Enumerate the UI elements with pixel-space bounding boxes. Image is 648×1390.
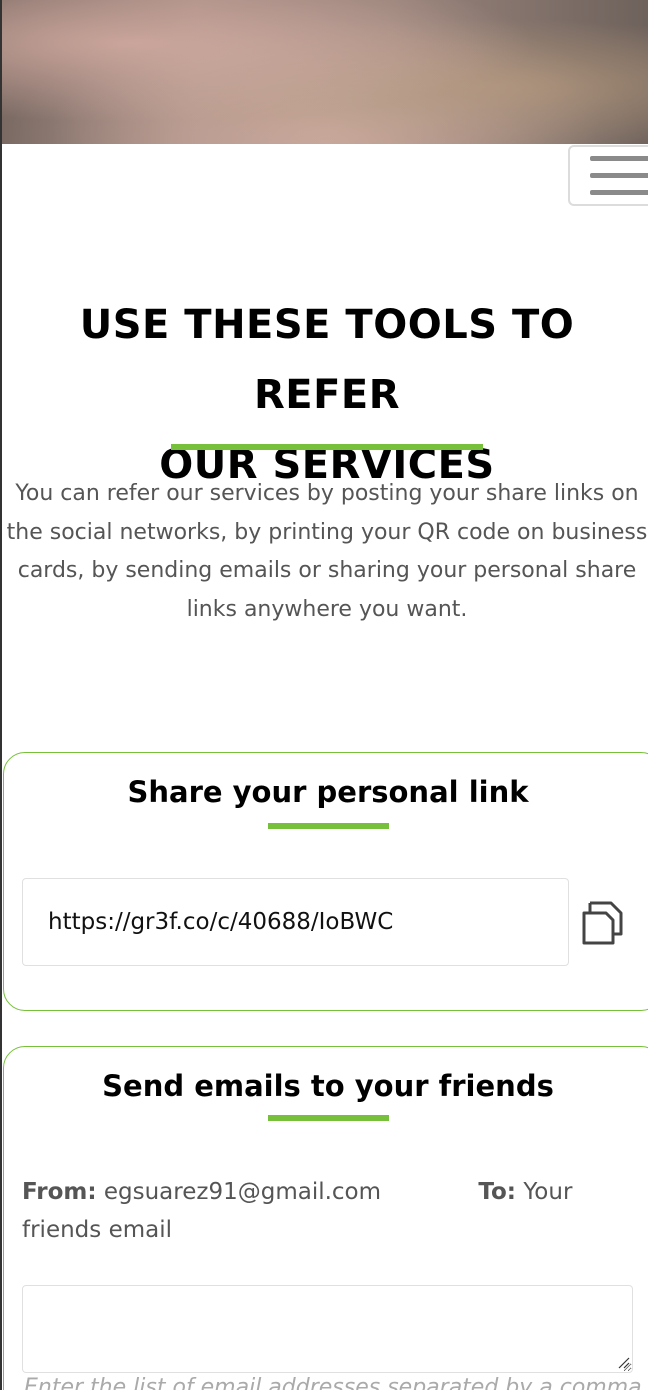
hamburger-menu-icon[interactable] <box>568 145 648 206</box>
share-link-underline <box>268 823 389 829</box>
title-underline <box>171 444 483 450</box>
send-emails-title: Send emails to your friends <box>102 1069 554 1103</box>
send-emails-card: Send emails to your friends From: egsuar… <box>3 1046 648 1390</box>
hero-image <box>2 0 648 144</box>
resize-grip-icon[interactable] <box>616 1355 630 1369</box>
share-link-card: Share your personal link https://gr3f.co… <box>3 752 648 1011</box>
personal-link-field[interactable]: https://gr3f.co/c/40688/IoBWC <box>22 878 569 966</box>
copy-icon[interactable] <box>576 899 624 947</box>
emails-hint: Enter the list of email addresses separa… <box>24 1375 642 1390</box>
page-title-line-1: USE THESE TOOLS TO REFER <box>79 302 575 418</box>
menu-line <box>590 156 648 161</box>
menu-line <box>590 190 648 195</box>
page-title: USE THESE TOOLS TO REFER OUR SERVICES <box>10 290 644 500</box>
friends-emails-input[interactable] <box>22 1285 633 1373</box>
personal-link-url: https://gr3f.co/c/40688/IoBWC <box>48 909 394 935</box>
share-link-title: Share your personal link <box>127 775 529 809</box>
email-meta: From: egsuarez91@gmail.com To: Your frie… <box>22 1173 642 1249</box>
menu-line <box>590 173 648 178</box>
from-value: egsuarez91@gmail.com <box>103 1179 382 1205</box>
intro-description: You can refer our services by posting yo… <box>6 481 648 622</box>
left-edge-divider <box>0 0 2 1390</box>
send-emails-underline <box>268 1115 389 1121</box>
from-label: From: <box>22 1179 97 1205</box>
to-label: To: <box>478 1179 516 1205</box>
